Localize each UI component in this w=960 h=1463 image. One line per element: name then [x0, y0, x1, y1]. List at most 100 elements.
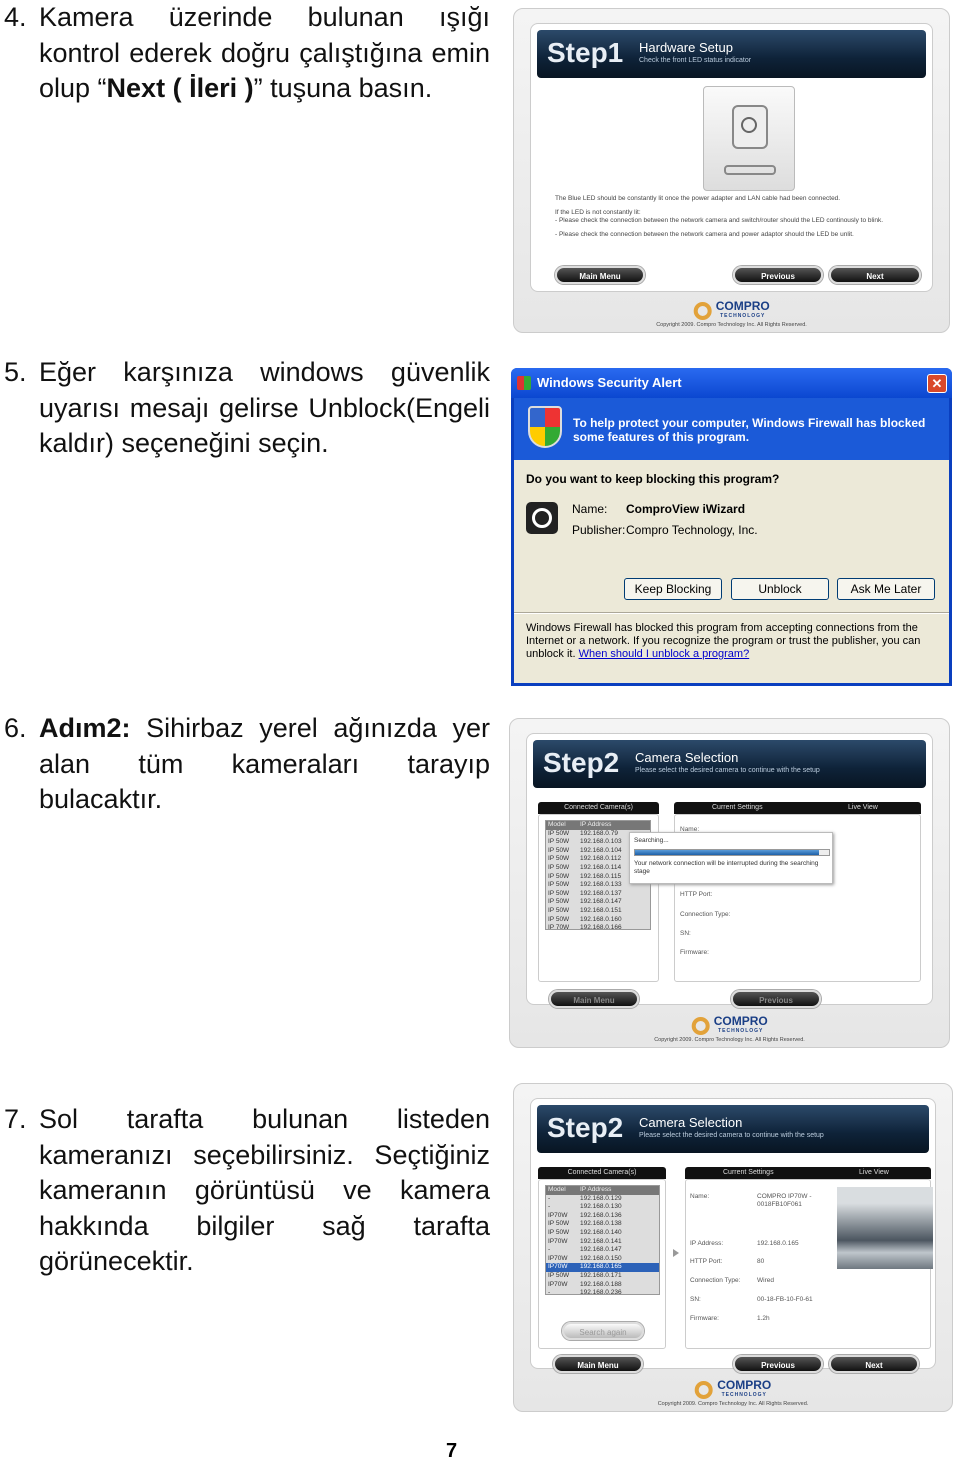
text: ” tuşuna basın.: [253, 73, 433, 103]
next-button[interactable]: Next: [829, 266, 921, 284]
camera-list-row[interactable]: IP70W 192.168.0.165: [546, 1263, 659, 1272]
name-label: Name:: [572, 502, 608, 516]
wizard-header: Step1 Hardware Setup Check the front LED s…: [537, 30, 926, 78]
http-port-label: HTTP Port:: [680, 891, 713, 898]
windows-security-alert: Windows Security Alert ✕ To help protect…: [511, 368, 952, 686]
text: Sol tarafta bulunan listeden kameranızı …: [39, 1104, 490, 1276]
compro-logo: COMPRO TECHNOLOGY Copyright 2009. Compro T…: [657, 1378, 809, 1407]
led-info-text: - Please check the connection between th…: [555, 231, 854, 238]
program-icon: [526, 502, 558, 534]
connection-type-value: Wired: [757, 1277, 774, 1284]
ask-me-later-button[interactable]: Ask Me Later: [837, 578, 935, 600]
page-number: 7: [446, 1440, 458, 1462]
bold-text: Next ( İleri ): [106, 73, 254, 103]
camera-list-row[interactable]: IP 50W 192.168.0.140: [546, 1229, 659, 1238]
hardware-setup-screenshot: Step1 Hardware Setup Check the front LED s…: [513, 8, 950, 333]
wizard-subtitle: Please select the desired camera to cont…: [635, 767, 820, 774]
camera-list-row[interactable]: IP 50W 192.168.0.171: [546, 1272, 659, 1281]
ip-value: 192.168.0.165: [757, 1240, 799, 1247]
help-link[interactable]: When should I unblock a program?: [579, 648, 750, 660]
step-7-text: 7. Sol tarafta bulunan listeden kameranız…: [4, 1102, 490, 1280]
connected-cameras-header: Connected Camera(s): [538, 802, 659, 814]
firmware-label: Firmware:: [680, 949, 709, 956]
camera-list-row[interactable]: IP 50W 192.168.0.160: [546, 916, 650, 925]
sn-label: SN:: [690, 1296, 701, 1303]
search-again-button[interactable]: Search again: [562, 1322, 644, 1340]
text: Eğer karşınıza windows güvenlik uyarısı …: [39, 357, 490, 458]
alert-footer: Windows Firewall has blocked this progra…: [526, 622, 921, 660]
wizard-title: Hardware Setup: [639, 40, 733, 55]
step-5-text: 5. Eğer karşınıza windows güvenlik uyarıs…: [4, 355, 490, 462]
list-header: Model IP Address: [546, 1186, 659, 1195]
camera-list-row[interactable]: IP70W 192.168.0.150: [546, 1255, 659, 1264]
keep-blocking-button[interactable]: Keep Blocking: [624, 578, 722, 600]
camera-search-screenshot: Step2 Camera Selection Please select the d…: [509, 718, 950, 1048]
http-port-label: HTTP Port:: [690, 1258, 723, 1265]
camera-list-row[interactable]: IP 70W 192.168.0.166: [546, 924, 650, 929]
compro-logo: COMPRO TECHNOLOGY Copyright 2009. Compro T…: [654, 1014, 805, 1043]
camera-list[interactable]: Model IP Address -192.168.0.129-192.168.0.…: [545, 1185, 660, 1295]
alert-banner: To help protect your computer, Windows F…: [514, 398, 949, 460]
settings-header: Current Settings Live View: [674, 802, 921, 814]
camera-list-row[interactable]: -192.168.0.147: [546, 1246, 659, 1255]
unblock-button[interactable]: Unblock: [731, 578, 829, 600]
connected-cameras-header: Connected Camera(s): [538, 1167, 666, 1179]
live-view-image: [837, 1187, 933, 1269]
wizard-subtitle: Check the front LED status indicator: [639, 57, 752, 64]
searching-label: Searching...: [634, 837, 669, 844]
publisher-name: Compro Technology, Inc.: [626, 523, 758, 537]
searching-dialog: Searching... Your network connection wil…: [629, 832, 833, 884]
banner-text: To help protect your computer, Windows F…: [573, 416, 926, 444]
arrow-right-icon: [673, 1249, 679, 1257]
main-menu-button[interactable]: Main Menu: [555, 266, 645, 284]
name-label: Name:: [690, 1193, 710, 1200]
step-number: 4.: [4, 2, 27, 32]
camera-image: [703, 86, 795, 191]
firmware-label: Firmware:: [690, 1315, 719, 1322]
step-label: Step2: [543, 747, 620, 778]
camera-list-row[interactable]: IP70W 192.168.0.141: [546, 1238, 659, 1247]
copyright: Copyright 2009. Compro Technology Inc. A…: [656, 322, 807, 328]
previous-button[interactable]: Previous: [733, 266, 823, 284]
camera-list-row[interactable]: IP70W 192.168.0.136: [546, 1212, 659, 1221]
publisher-label: Publisher:: [572, 523, 626, 537]
alert-titlebar: Windows Security Alert: [511, 368, 952, 398]
camera-list-row[interactable]: IP 50W 192.168.0.151: [546, 907, 650, 916]
camera-list-row[interactable]: IP 50W 192.168.0.138: [546, 1220, 659, 1229]
ip-label: IP Address:: [690, 1240, 724, 1247]
compro-logo: COMPRO TECHNOLOGY Copyright 2009. Compro T…: [656, 299, 807, 328]
camera-list-row[interactable]: IP 50W 192.168.0.147: [546, 898, 650, 907]
list-header: Model IP Address: [546, 821, 650, 830]
step-number: 6.: [4, 713, 27, 743]
previous-button[interactable]: Previous: [733, 1355, 823, 1373]
camera-list-row[interactable]: -192.168.0.236: [546, 1289, 659, 1294]
camera-list-row[interactable]: -192.168.0.129: [546, 1195, 659, 1204]
led-info-text: The Blue LED should be constantly lit on…: [555, 195, 841, 202]
wizard-title: Camera Selection: [639, 1115, 743, 1130]
sn-label: SN:: [680, 930, 691, 937]
shield-icon: [528, 406, 562, 448]
connection-type-label: Connection Type:: [690, 1277, 741, 1284]
main-menu-button[interactable]: Main Menu: [549, 990, 639, 1008]
step-6-text: 6. Adım2: Sihirbaz yerel ağınızda yer ala…: [4, 711, 490, 818]
shield-small-icon: [517, 376, 531, 390]
bold-text: Adım2:: [39, 713, 131, 743]
search-warning: Your network connection will be interrup…: [634, 860, 819, 875]
http-port-value: 80: [757, 1258, 765, 1265]
firmware-value: 1.2h: [757, 1315, 770, 1322]
wizard-subtitle: Please select the desired camera to cont…: [639, 1132, 824, 1139]
step-label: Step2: [547, 1112, 624, 1143]
previous-button[interactable]: Previous: [731, 990, 821, 1008]
close-button[interactable]: ✕: [927, 374, 947, 393]
next-button[interactable]: Next: [829, 1355, 919, 1373]
alert-title: Windows Security Alert: [537, 375, 682, 390]
camera-list-row[interactable]: -192.168.0.130: [546, 1203, 659, 1212]
camera-selection-screenshot: Step2 Camera Selection Please select the d…: [513, 1083, 953, 1412]
camera-list-row[interactable]: IP70W 192.168.0.188: [546, 1281, 659, 1290]
program-name: ComproView iWizard: [626, 502, 746, 516]
wizard-title: Camera Selection: [635, 750, 739, 765]
step-number: 7.: [4, 1104, 27, 1134]
settings-header: Current Settings Live View: [685, 1167, 931, 1179]
camera-list-row[interactable]: IP 50W 192.168.0.137: [546, 890, 650, 899]
main-menu-button[interactable]: Main Menu: [553, 1355, 643, 1373]
